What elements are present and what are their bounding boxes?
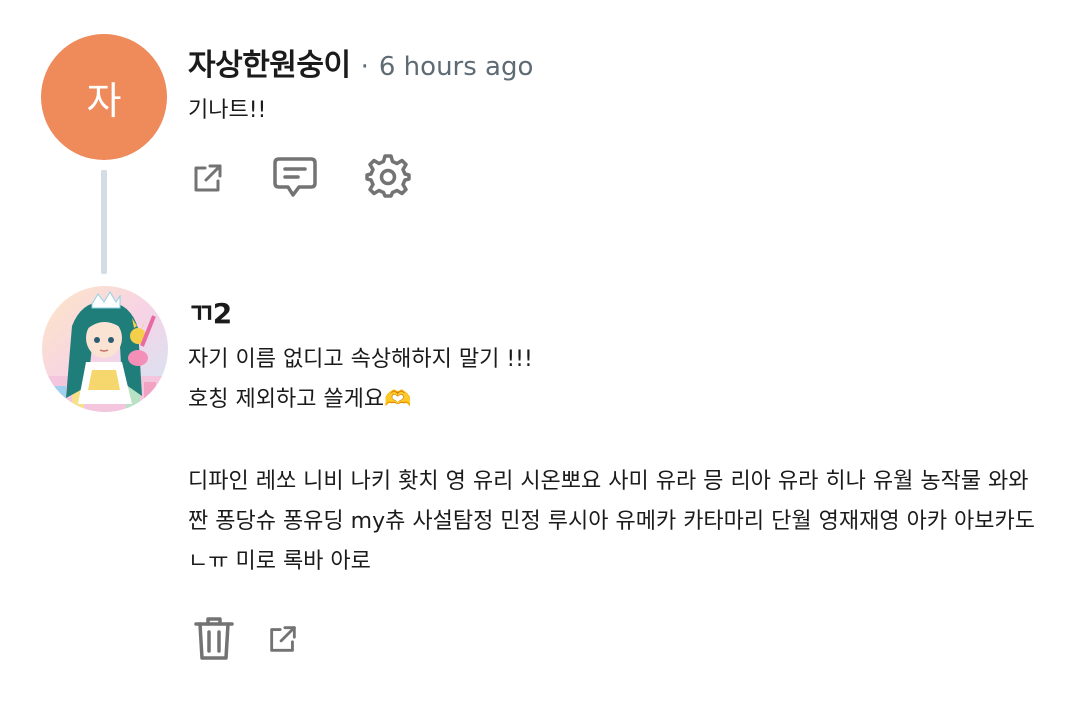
avatar[interactable]: 자 [41, 34, 167, 160]
author-name[interactable]: 자상한원숭이 [188, 40, 351, 84]
comment-line: 호칭 제외하고 쓸게요🫶 [188, 387, 412, 412]
anime-character-avatar-icon [42, 286, 168, 412]
comment-paragraph: 디파인 레쏘 니비 나키 홧치 영 유리 시온뽀요 사미 유라 믕 리아 유라 … [188, 469, 1036, 574]
thread-connector-line [101, 170, 107, 274]
comment-body: 기나트!! [188, 98, 267, 123]
settings-icon[interactable] [364, 152, 412, 200]
meta-separator: · [360, 52, 369, 82]
avatar[interactable] [42, 286, 168, 412]
comment-header: 자상한원숭이 · 6 hours ago [188, 40, 533, 84]
avatar-initial: 자 [86, 78, 122, 123]
timestamp: 6 hours ago [378, 52, 534, 82]
comment-body: 자기 이름 없디고 속상해하지 말기 !!! 호칭 제외하고 쓸게요🫶 디파인 … [188, 340, 1048, 582]
share-icon[interactable] [264, 620, 302, 658]
reply-icon[interactable] [270, 152, 320, 202]
share-icon[interactable] [188, 158, 228, 198]
author-name[interactable]: ㄲ2 [188, 292, 232, 332]
comment-thread: 자 자상한원숭이 · 6 hours ago 기나트!! ㄲ2 자기 이름 없디… [0, 0, 1080, 705]
trash-icon[interactable] [192, 612, 236, 664]
comment-line: 자기 이름 없디고 속상해하지 말기 !!! [188, 347, 533, 372]
